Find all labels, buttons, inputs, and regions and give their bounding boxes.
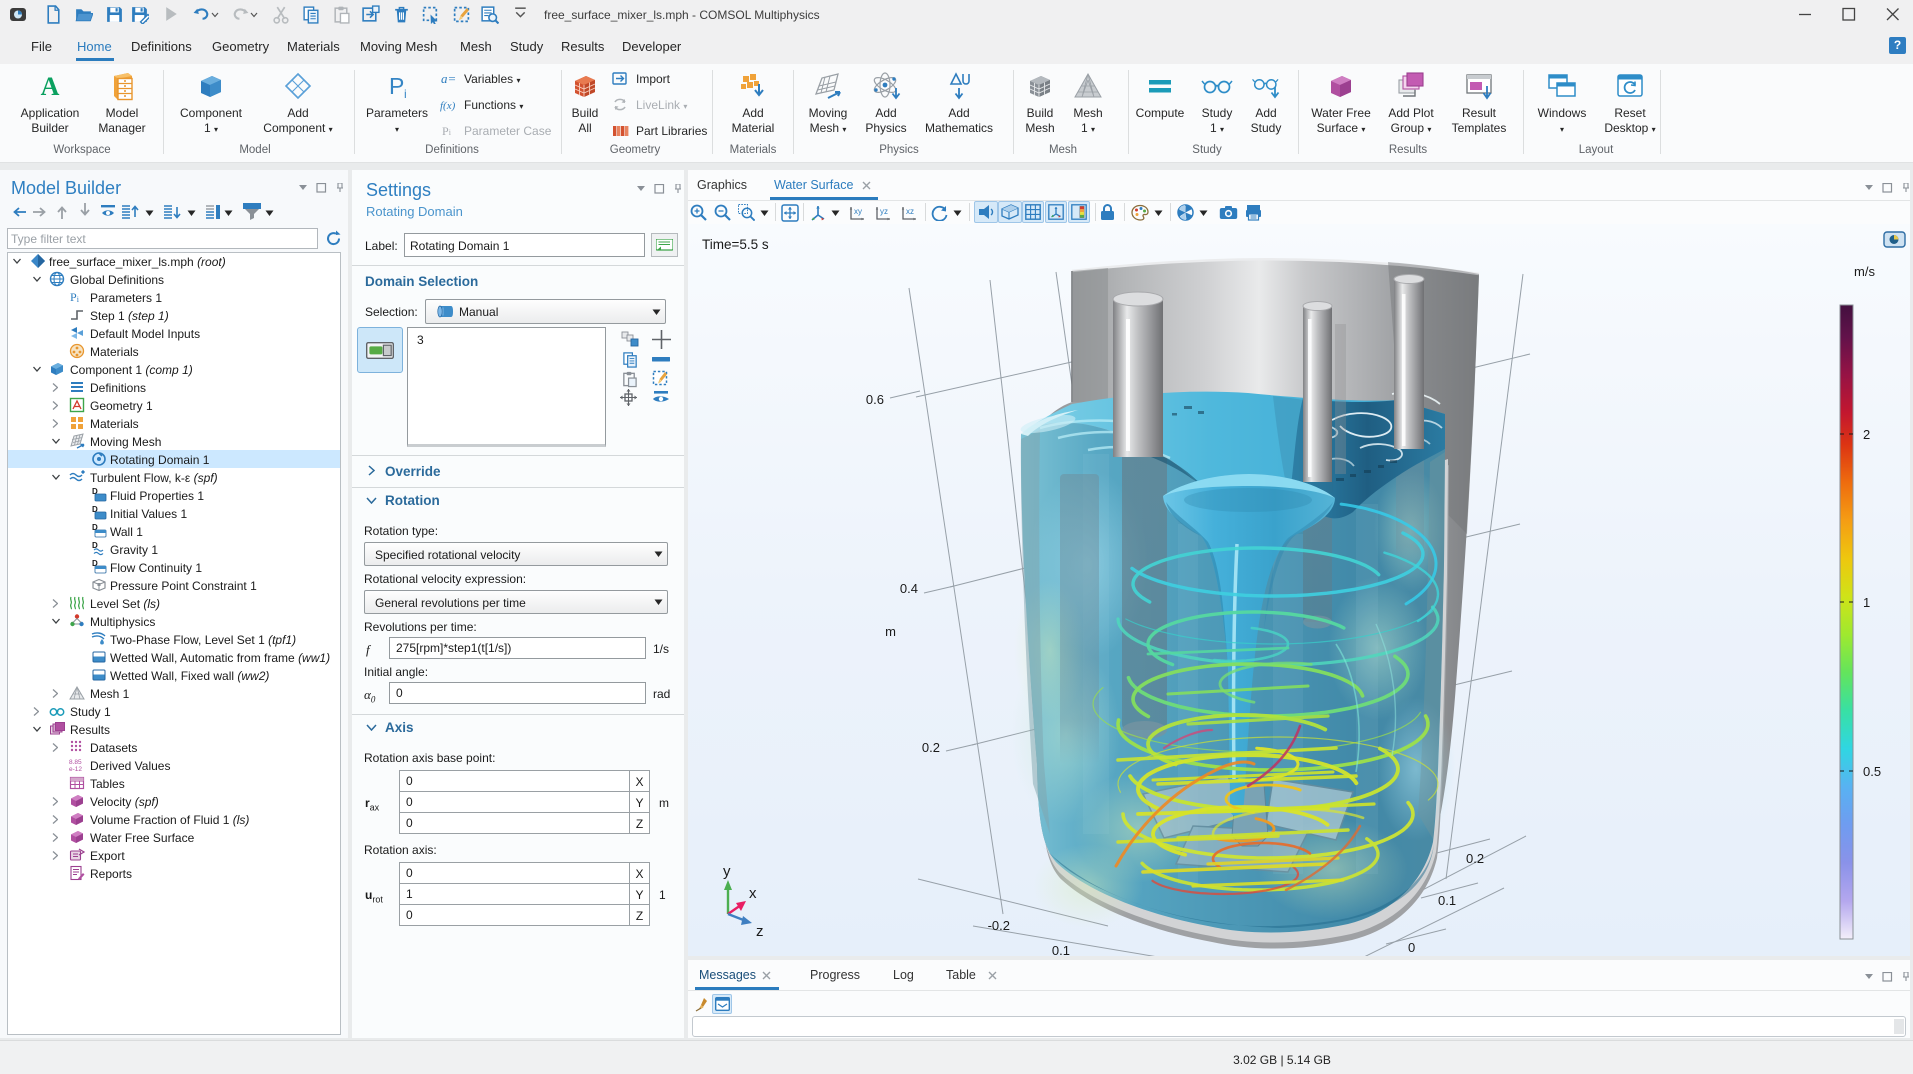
svg-text:A: A	[41, 72, 60, 101]
svg-text:1: 1	[1863, 595, 1870, 610]
svg-text:f(x): f(x)	[440, 100, 456, 112]
svg-text:0: 0	[1408, 940, 1415, 955]
svg-text:P: P	[389, 73, 404, 99]
svg-text:i: i	[404, 87, 407, 101]
svg-text:e-12: e-12	[69, 766, 82, 773]
svg-text:0.2: 0.2	[922, 740, 940, 755]
svg-text:0.4: 0.4	[900, 581, 918, 596]
svg-text:0.1: 0.1	[1438, 893, 1456, 908]
svg-text:0.6: 0.6	[866, 392, 884, 407]
svg-text:0.2: 0.2	[1466, 851, 1484, 866]
svg-text:8.85: 8.85	[69, 759, 82, 766]
svg-text:Pi: Pi	[70, 290, 80, 304]
svg-text:y: y	[723, 863, 731, 880]
svg-text:z: z	[756, 923, 764, 940]
svg-text:Pi: Pi	[442, 124, 452, 138]
svg-text:yz: yz	[880, 207, 888, 216]
svg-text:x: x	[749, 885, 757, 902]
svg-text:xz: xz	[906, 207, 914, 216]
svg-text:Time=5.5 s: Time=5.5 s	[702, 237, 769, 252]
svg-text:-0.2: -0.2	[988, 918, 1010, 933]
svg-text:0.5: 0.5	[1863, 764, 1881, 779]
svg-text:m/s: m/s	[1854, 264, 1875, 279]
svg-text:xy: xy	[854, 207, 862, 216]
svg-text:0.1: 0.1	[1052, 943, 1070, 956]
svg-text:m: m	[885, 624, 896, 639]
svg-text:a=: a=	[441, 71, 456, 86]
svg-text:2: 2	[1863, 427, 1870, 442]
